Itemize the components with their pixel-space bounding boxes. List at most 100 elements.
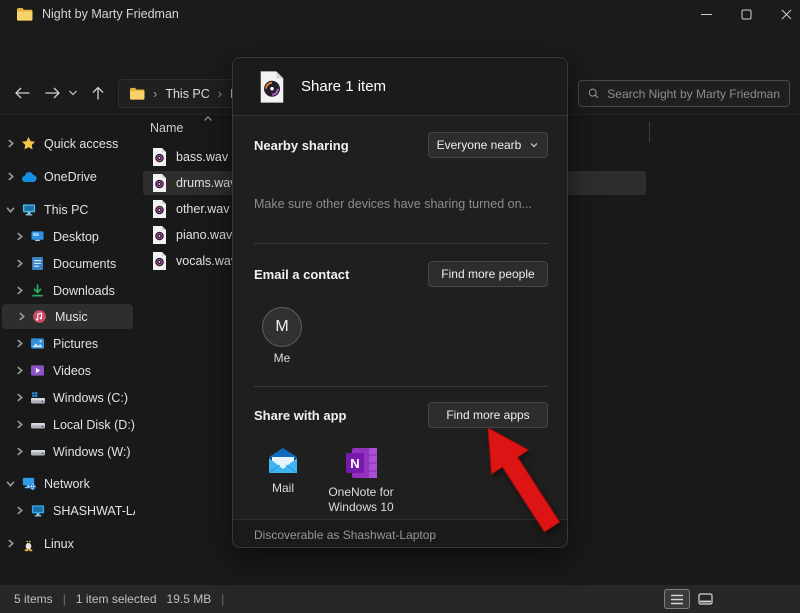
details-view-button[interactable] (664, 589, 690, 609)
expander-chevron-icon[interactable] (11, 232, 27, 241)
find-more-apps-label: Find more apps (446, 408, 529, 422)
sidebar-item-label: Network (44, 477, 90, 491)
close-icon (781, 9, 792, 20)
sidebar-item-label: OneDrive (44, 170, 97, 184)
sidebar-item-pictures[interactable]: Pictures (0, 331, 135, 356)
expander-chevron-icon[interactable] (11, 420, 27, 429)
breadcrumb-chevron: › (153, 86, 157, 101)
sidebar-item-windows-c[interactable]: Windows (C:) (0, 385, 135, 410)
expander-chevron-icon[interactable] (2, 479, 18, 488)
expander-chevron-icon[interactable] (2, 205, 18, 214)
network-pc-icon (29, 503, 46, 518)
share-dialog-title: Share 1 item (301, 78, 386, 95)
section-divider (254, 243, 548, 244)
back-button[interactable] (8, 79, 36, 107)
maximize-button[interactable] (726, 0, 766, 28)
wav-file-icon (152, 226, 167, 244)
svg-text:N: N (350, 456, 359, 471)
maximize-icon (741, 9, 752, 20)
wav-file-icon (152, 200, 167, 218)
expander-chevron-icon[interactable] (11, 506, 27, 515)
sidebar-item-label: Pictures (53, 337, 98, 351)
column-divider[interactable] (649, 122, 650, 142)
sidebar-item-documents[interactable]: Documents (0, 251, 135, 276)
statusbar-separator: | (221, 592, 224, 606)
details-view-icon (670, 594, 684, 605)
recent-locations-button[interactable] (62, 79, 84, 107)
expander-chevron-icon[interactable] (11, 366, 27, 375)
sidebar-item-label: This PC (44, 203, 88, 217)
sidebar-item-label: Music (55, 310, 88, 324)
sidebar-item-local-disk-d[interactable]: Local Disk (D:) (0, 412, 135, 437)
discoverable-text: Discoverable as Shashwat-Laptop (254, 528, 436, 542)
breadcrumb-item-this-pc[interactable]: This PC (165, 87, 209, 101)
file-explorer-window: Night by Marty Friedman New (0, 0, 800, 613)
sidebar-item-onedrive[interactable]: OneDrive (0, 164, 135, 189)
sidebar-item-linux[interactable]: Linux (0, 531, 135, 556)
expander-chevron-icon[interactable] (11, 393, 27, 402)
expander-chevron-icon[interactable] (11, 259, 27, 268)
up-button[interactable] (84, 79, 112, 107)
file-name: vocals.wav (176, 254, 237, 268)
mail-icon (267, 447, 299, 475)
documents-icon (29, 256, 46, 271)
sidebar-item-label: Desktop (53, 230, 99, 244)
sidebar-item-network-pc[interactable]: SHASHWAT-LAPTOP (0, 498, 135, 523)
sidebar-item-network[interactable]: Network (0, 471, 135, 496)
section-divider (254, 386, 548, 387)
sidebar-item-windows-w[interactable]: Windows (W:) (0, 439, 135, 464)
nearby-sharing-dropdown[interactable]: Everyone nearb (428, 132, 548, 158)
computer-icon (20, 202, 37, 217)
file-name: bass.wav (176, 150, 228, 164)
drive-windows-icon (29, 391, 46, 405)
share-dialog: Share 1 item Nearby sharing Everyone nea… (232, 57, 568, 548)
avatar-initial: M (275, 318, 288, 336)
sidebar-item-label: Quick access (44, 137, 118, 151)
expander-chevron-icon[interactable] (2, 539, 18, 548)
contact-avatar[interactable]: M (262, 307, 302, 347)
desktop-icon (29, 230, 46, 243)
expander-chevron-icon[interactable] (13, 312, 29, 321)
sidebar-item-label: Windows (C:) (53, 391, 128, 405)
sidebar-item-downloads[interactable]: Downloads (0, 278, 135, 303)
sidebar-item-label: Linux (44, 537, 74, 551)
folder-icon (16, 7, 33, 21)
minimize-button[interactable] (686, 0, 726, 28)
sidebar-item-music[interactable]: Music (2, 304, 133, 329)
nearby-sharing-label: Nearby sharing (254, 138, 349, 153)
expander-chevron-icon[interactable] (11, 339, 27, 348)
sidebar-item-quick-access[interactable]: Quick access (0, 131, 135, 156)
expander-chevron-icon[interactable] (11, 447, 27, 456)
folder-icon (129, 87, 145, 100)
sidebar-item-label: Local Disk (D:) (53, 418, 135, 432)
sidebar-item-label: Downloads (53, 284, 115, 298)
share-dialog-header: Share 1 item (233, 58, 567, 116)
expander-chevron-icon[interactable] (2, 139, 18, 148)
sort-ascending-icon (203, 115, 213, 122)
sidebar-item-videos[interactable]: Videos (0, 358, 135, 383)
sidebar-item-this-pc[interactable]: This PC (0, 197, 135, 222)
sidebar-item-desktop[interactable]: Desktop (0, 224, 135, 249)
thumbnail-view-button[interactable] (692, 589, 718, 609)
sidebar-item-label: SHASHWAT-LAPTOP (53, 504, 135, 518)
selection-size: 19.5 MB (167, 592, 212, 606)
search-input[interactable]: Search Night by Marty Friedman (578, 80, 790, 107)
wav-file-icon (152, 252, 167, 270)
app-label: OneNote for Windows 10 (321, 485, 401, 515)
drive-icon (29, 418, 46, 432)
app-item-mail[interactable]: Mail (243, 447, 323, 496)
find-more-people-button[interactable]: Find more people (428, 261, 548, 287)
sidebar-item-label: Videos (53, 364, 91, 378)
email-contact-label: Email a contact (254, 267, 349, 282)
thumbnail-view-icon (698, 593, 713, 605)
find-more-apps-button[interactable]: Find more apps (428, 402, 548, 428)
close-button[interactable] (766, 0, 800, 28)
star-icon (20, 136, 37, 151)
up-arrow-icon (91, 86, 105, 101)
pictures-icon (29, 337, 46, 350)
minimize-icon (701, 9, 712, 20)
app-item-onenote[interactable]: N OneNote for Windows 10 (321, 447, 401, 515)
column-header-name[interactable]: Name (150, 121, 183, 135)
expander-chevron-icon[interactable] (11, 286, 27, 295)
expander-chevron-icon[interactable] (2, 172, 18, 181)
